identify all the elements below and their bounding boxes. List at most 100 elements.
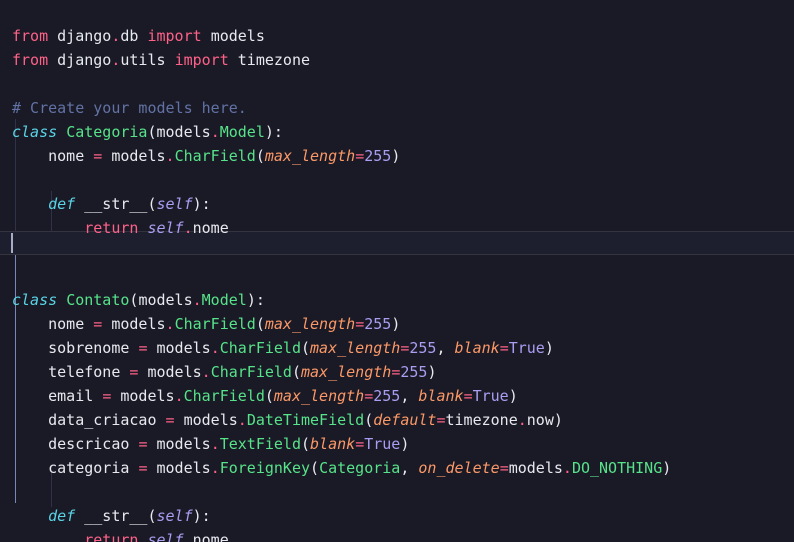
token-paren: ) [192, 195, 202, 213]
token-keyword-class: class [12, 291, 58, 309]
token-kwarg: max_length [310, 339, 401, 357]
token-base-class: Model [219, 123, 265, 141]
token-field-type: ForeignKey [219, 459, 311, 477]
token-assign: = [391, 363, 401, 381]
token-dot: . [192, 291, 202, 309]
token-bool: True [508, 339, 545, 357]
token-keyword-from: from [12, 51, 49, 69]
token-class-reference: Categoria [319, 459, 401, 477]
code-line-blank[interactable] [0, 72, 671, 96]
token-dot: . [210, 339, 220, 357]
code-line[interactable]: sobrenome = models.CharField(max_length =… [0, 336, 671, 360]
token-models: models [156, 339, 211, 357]
token-assign: = [499, 459, 509, 477]
code-line[interactable] [0, 0, 671, 24]
token-attribute: nome [192, 219, 229, 237]
token-kwarg: blank [454, 339, 500, 357]
token-dot: . [517, 411, 527, 429]
token-paren: ( [310, 459, 320, 477]
code-content[interactable]: from django.db import models from django.… [0, 0, 671, 542]
token-models: models [111, 147, 166, 165]
token-field-name: data_criacao [48, 411, 157, 429]
token-self: self [147, 219, 184, 237]
token-base-module: models [138, 291, 193, 309]
token-assign: = [102, 387, 112, 405]
token-keyword-def: def [48, 195, 76, 213]
token-colon: : [201, 507, 211, 525]
token-field-type: CharField [210, 363, 292, 381]
token-module-part: utils [120, 51, 166, 69]
token-assign: = [165, 411, 175, 429]
token-models: models [156, 459, 211, 477]
token-assign: = [93, 315, 103, 333]
token-models: models [120, 387, 175, 405]
token-paren: ( [364, 411, 374, 429]
token-field-type: TextField [219, 435, 301, 453]
code-line[interactable]: def __str__(self): [0, 504, 671, 528]
token-assign: = [129, 363, 139, 381]
code-line-active[interactable]: class Contato(models.Model): [0, 288, 671, 312]
token-paren: ) [508, 387, 518, 405]
token-field-name: categoria [48, 459, 130, 477]
code-line[interactable]: nome = models.CharField(max_length=255) [0, 312, 671, 336]
token-keyword-from: from [12, 27, 49, 45]
token-paren: ) [192, 507, 202, 525]
code-line[interactable]: # Create your models here. [0, 96, 671, 120]
code-line[interactable]: class Categoria(models.Model): [0, 120, 671, 144]
token-dot: . [174, 387, 184, 405]
token-keyword-return: return [84, 219, 139, 237]
code-line-blank[interactable] [0, 240, 671, 264]
token-models: models [156, 435, 211, 453]
token-number: 255 [400, 363, 428, 381]
token-field-name: nome [48, 147, 85, 165]
token-method-name: __str__ [84, 195, 148, 213]
code-line[interactable]: nome = models.CharField(max_length=255) [0, 144, 671, 168]
token-kwarg: on_delete [418, 459, 500, 477]
code-line[interactable]: email = models.CharField(max_length=255,… [0, 384, 671, 408]
token-dot: . [210, 435, 220, 453]
token-paren: ) [391, 315, 401, 333]
token-assign: = [138, 459, 148, 477]
token-paren: ( [301, 435, 311, 453]
token-paren: ) [246, 291, 256, 309]
token-base-class: Model [201, 291, 247, 309]
token-kwarg: max_length [301, 363, 392, 381]
code-line[interactable]: descricao = models.TextField(blank=True) [0, 432, 671, 456]
token-field-type: DateTimeField [246, 411, 365, 429]
token-assign: = [364, 387, 374, 405]
token-field-type: CharField [174, 315, 256, 333]
code-line[interactable]: return self.nome [0, 528, 671, 542]
token-self: self [147, 531, 184, 542]
token-assign: = [355, 147, 365, 165]
code-line-blank[interactable] [0, 264, 671, 288]
code-line[interactable]: from django.utils import timezone [0, 48, 671, 72]
token-dot: . [183, 219, 193, 237]
code-line-blank[interactable] [0, 480, 671, 504]
token-kwarg: max_length [273, 387, 365, 405]
token-models: models [147, 363, 202, 381]
token-number: 255 [364, 147, 392, 165]
token-module-part: db [120, 27, 139, 45]
token-assign: = [138, 435, 148, 453]
token-import-name: models [210, 27, 265, 45]
token-bool: True [364, 435, 401, 453]
token-kwarg: blank [310, 435, 356, 453]
code-line[interactable]: return self.nome [0, 216, 671, 240]
code-line[interactable]: categoria = models.ForeignKey(Categoria,… [0, 456, 671, 480]
token-comma: , [436, 339, 446, 357]
code-line[interactable]: from django.db import models [0, 24, 671, 48]
code-line[interactable]: data_criacao = models.DateTimeField(defa… [0, 408, 671, 432]
token-dot: . [165, 147, 175, 165]
token-number: 255 [409, 339, 437, 357]
token-assign: = [138, 339, 148, 357]
token-field-name: email [48, 387, 94, 405]
code-line-blank[interactable] [0, 168, 671, 192]
code-line[interactable]: def __str__(self): [0, 192, 671, 216]
token-field-type: CharField [174, 147, 256, 165]
code-line[interactable]: telefone = models.CharField(max_length=2… [0, 360, 671, 384]
token-module: django [57, 27, 112, 45]
token-bool: True [472, 387, 509, 405]
code-editor[interactable]: from django.db import models from django.… [0, 0, 794, 542]
token-paren: ) [427, 363, 437, 381]
token-assign: = [436, 411, 446, 429]
